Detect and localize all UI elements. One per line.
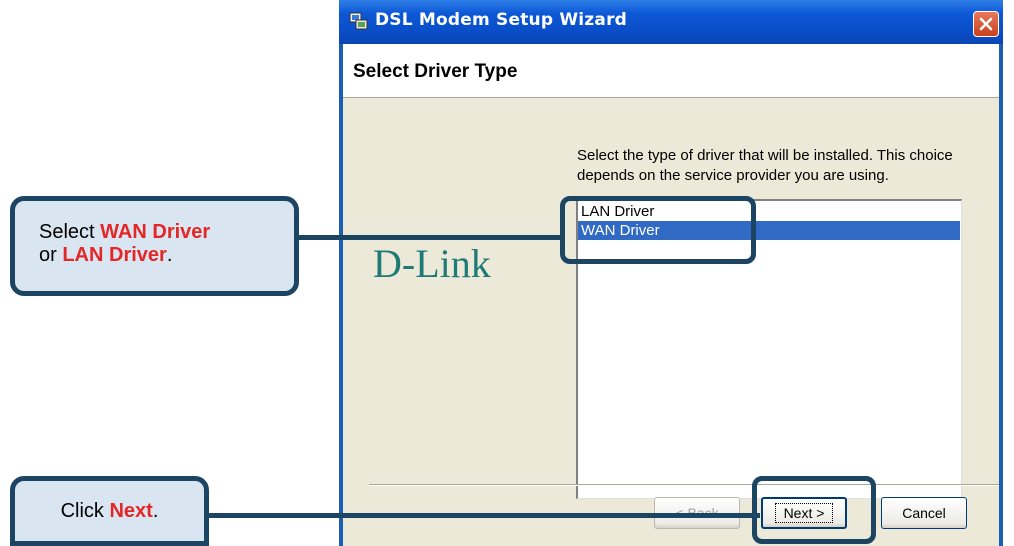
callout-wan-driver: WAN Driver <box>100 221 211 243</box>
close-button[interactable] <box>973 11 999 37</box>
wizard-client-area: Select Driver Type D-Link Select the typ… <box>343 44 999 546</box>
callout-click-suffix: . <box>152 499 159 522</box>
window-title: DSL Modem Setup Wizard <box>375 10 628 30</box>
callout-connector-next <box>208 513 760 518</box>
callout-next: Next <box>109 499 153 522</box>
callout-select-driver: Select WAN Driver or LAN Driver. <box>10 196 299 296</box>
callout-lan-driver: LAN Driver <box>62 244 167 266</box>
setup-wizard-icon <box>349 12 368 30</box>
setup-wizard-window: DSL Modem Setup Wizard Select Driver Typ… <box>339 0 1003 546</box>
wizard-header: Select Driver Type <box>343 44 999 98</box>
next-button-highlight <box>752 476 876 544</box>
instruction-text: Select the type of driver that will be i… <box>577 147 953 184</box>
callout-text-prefix: Select <box>39 221 101 243</box>
callout-click-next: Click Next. <box>10 476 209 546</box>
title-bar[interactable]: DSL Modem Setup Wizard <box>339 0 1003 44</box>
driver-options-highlight <box>560 196 756 264</box>
callout-text-mid: or <box>39 244 63 266</box>
cancel-button-label: Cancel <box>902 505 946 521</box>
separator-highlight <box>369 485 999 486</box>
page-title: Select Driver Type <box>353 61 518 82</box>
callout-click-prefix: Click <box>60 499 110 522</box>
callout-connector-driver <box>298 235 562 240</box>
close-icon <box>979 17 993 31</box>
cancel-button[interactable]: Cancel <box>881 497 967 529</box>
callout-text-suffix: . <box>166 244 173 266</box>
dlink-logo: D-Link <box>373 241 491 286</box>
